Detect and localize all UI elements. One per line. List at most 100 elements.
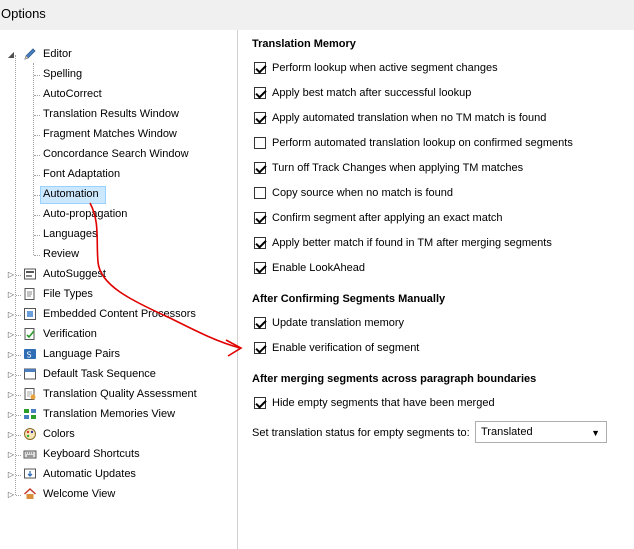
checkbox[interactable]: [254, 87, 266, 99]
updates-icon: [23, 467, 37, 481]
option-tm-0[interactable]: Perform lookup when active segment chang…: [254, 60, 498, 76]
tree-item-editor[interactable]: ◢ Editor: [0, 45, 236, 63]
tree-item-translation-quality-assessment[interactable]: ▷ Translation Quality Assessment: [0, 385, 236, 403]
tree-item-fragment-matches-window[interactable]: Fragment Matches Window: [0, 125, 236, 143]
task-sequence-icon: [23, 367, 37, 381]
tree-item-default-task-sequence[interactable]: ▷ Default Task Sequence: [0, 365, 236, 383]
tree-item-review[interactable]: Review: [0, 245, 236, 263]
tree-item-colors[interactable]: ▷ Colors: [0, 425, 236, 443]
tree-item-label: AutoSuggest: [43, 268, 106, 280]
tree-item-label: Welcome View: [43, 488, 116, 500]
expand-arrow-icon[interactable]: ▷: [6, 289, 16, 299]
option-merge-0[interactable]: Hide empty segments that have been merge…: [254, 395, 495, 411]
tree-item-label: Concordance Search Window: [43, 148, 189, 160]
checkbox[interactable]: [254, 262, 266, 274]
expand-arrow-icon[interactable]: ▷: [6, 489, 16, 499]
tree-item-auto-propagation[interactable]: Auto-propagation: [0, 205, 236, 223]
option-tm-3[interactable]: Perform automated translation lookup on …: [254, 135, 573, 151]
tree-item-label: Spelling: [43, 68, 83, 80]
checkbox[interactable]: [254, 137, 266, 149]
tree-item-label: Translation Memories View: [43, 408, 176, 420]
chevron-down-icon: ▼: [591, 428, 600, 438]
option-tm-6[interactable]: Confirm segment after applying an exact …: [254, 210, 503, 226]
checkbox[interactable]: [254, 212, 266, 224]
expand-arrow-icon[interactable]: ▷: [6, 309, 16, 319]
expand-arrow-icon[interactable]: ▷: [6, 369, 16, 379]
checkbox[interactable]: [254, 342, 266, 354]
options-tree[interactable]: ◢ Editor Spelling AutoCorrect Translation Re…: [0, 30, 238, 549]
checkbox[interactable]: [254, 317, 266, 329]
tree-item-label: Auto-propagation: [43, 208, 128, 220]
tree-item-label: Fragment Matches Window: [43, 128, 177, 140]
expand-arrow-icon[interactable]: ▷: [6, 429, 16, 439]
tree-item-file-types[interactable]: ▷ File Types: [0, 285, 236, 303]
option-tm-7[interactable]: Apply better match if found in TM after …: [254, 235, 552, 251]
checkbox-label: Apply best match after successful lookup: [272, 87, 472, 99]
tree-item-spelling[interactable]: Spelling: [0, 65, 236, 83]
title-bar: Options: [0, 0, 634, 30]
checkbox-label: Update translation memory: [272, 317, 405, 329]
tree-item-label: Languages: [43, 228, 98, 240]
option-confirm-0[interactable]: Update translation memory: [254, 315, 404, 331]
collapse-arrow-icon[interactable]: ◢: [6, 49, 16, 59]
option-tm-8[interactable]: Enable LookAhead: [254, 260, 365, 276]
tm-view-icon: [23, 407, 37, 421]
embedded-content-icon: [23, 307, 37, 321]
checkbox-label: Perform automated translation lookup on …: [272, 137, 573, 149]
option-tm-4[interactable]: Turn off Track Changes when applying TM …: [254, 160, 523, 176]
verification-icon: [23, 327, 37, 341]
checkbox-label: Copy source when no match is found: [272, 187, 453, 199]
checkbox[interactable]: [254, 162, 266, 174]
checkbox[interactable]: [254, 62, 266, 74]
tree-item-languages[interactable]: Languages: [0, 225, 236, 243]
section-title-confirm: After Confirming Segments Manually: [252, 293, 446, 305]
status-dropdown[interactable]: Translated ▼: [475, 421, 607, 443]
quality-assessment-icon: [23, 387, 37, 401]
colors-icon: [23, 427, 37, 441]
expand-arrow-icon[interactable]: ▷: [6, 269, 16, 279]
checkbox-label: Enable verification of segment: [272, 342, 420, 354]
tree-item-label: Colors: [43, 428, 75, 440]
tree-item-label: Default Task Sequence: [43, 368, 156, 380]
tree-item-automatic-updates[interactable]: ▷ Automatic Updates: [0, 465, 236, 483]
tree-item-translation-memories-view[interactable]: ▷ Translation Memories View: [0, 405, 236, 423]
expand-arrow-icon[interactable]: ▷: [6, 389, 16, 399]
checkbox-label: Enable LookAhead: [272, 262, 365, 274]
checkbox[interactable]: [254, 397, 266, 409]
window-title: Options: [1, 6, 46, 21]
option-tm-1[interactable]: Apply best match after successful lookup: [254, 85, 471, 101]
tree-item-autosuggest[interactable]: ▷ AutoSuggest: [0, 265, 236, 283]
expand-arrow-icon[interactable]: ▷: [6, 329, 16, 339]
expand-arrow-icon[interactable]: ▷: [6, 469, 16, 479]
tree-item-verification[interactable]: ▷ Verification: [0, 325, 236, 343]
tree-item-embedded-content-processors[interactable]: ▷ Embedded Content Processors: [0, 305, 236, 323]
option-tm-2[interactable]: Apply automated translation when no TM m…: [254, 110, 546, 126]
expand-arrow-icon[interactable]: ▷: [6, 349, 16, 359]
option-tm-5[interactable]: Copy source when no match is found: [254, 185, 453, 201]
tree-item-label: File Types: [43, 288, 93, 300]
tree-item-label: Translation Quality Assessment: [43, 388, 197, 400]
checkbox-label: Apply automated translation when no TM m…: [272, 112, 547, 124]
tree-item-concordance-search-window[interactable]: Concordance Search Window: [0, 145, 236, 163]
keyboard-icon: [23, 447, 37, 461]
expand-arrow-icon[interactable]: ▷: [6, 409, 16, 419]
tree-item-keyboard-shortcuts[interactable]: ▷ Keyboard Shortcuts: [0, 445, 236, 463]
tree-item-language-pairs[interactable]: ▷ S Language Pairs: [0, 345, 236, 363]
pencil-icon: [23, 47, 37, 61]
tree-item-label: Font Adaptation: [43, 168, 121, 180]
section-title-merge: After merging segments across paragraph …: [252, 373, 537, 385]
tree-item-automation[interactable]: Automation: [0, 185, 236, 203]
checkbox[interactable]: [254, 112, 266, 124]
tree-item-label: AutoCorrect: [43, 88, 102, 100]
tree-item-welcome-view[interactable]: ▷ Welcome View: [0, 485, 236, 503]
tree-item-font-adaptation[interactable]: Font Adaptation: [0, 165, 236, 183]
automation-settings-panel: Translation Memory Perform lookup when ac…: [238, 30, 634, 549]
tree-item-label: Verification: [43, 328, 97, 340]
tree-item-translation-results-window[interactable]: Translation Results Window: [0, 105, 236, 123]
expand-arrow-icon[interactable]: ▷: [6, 449, 16, 459]
checkbox[interactable]: [254, 237, 266, 249]
option-confirm-1[interactable]: Enable verification of segment: [254, 340, 419, 356]
tree-item-autocorrect[interactable]: AutoCorrect: [0, 85, 236, 103]
checkbox-label: Perform lookup when active segment chang…: [272, 62, 498, 74]
checkbox[interactable]: [254, 187, 266, 199]
